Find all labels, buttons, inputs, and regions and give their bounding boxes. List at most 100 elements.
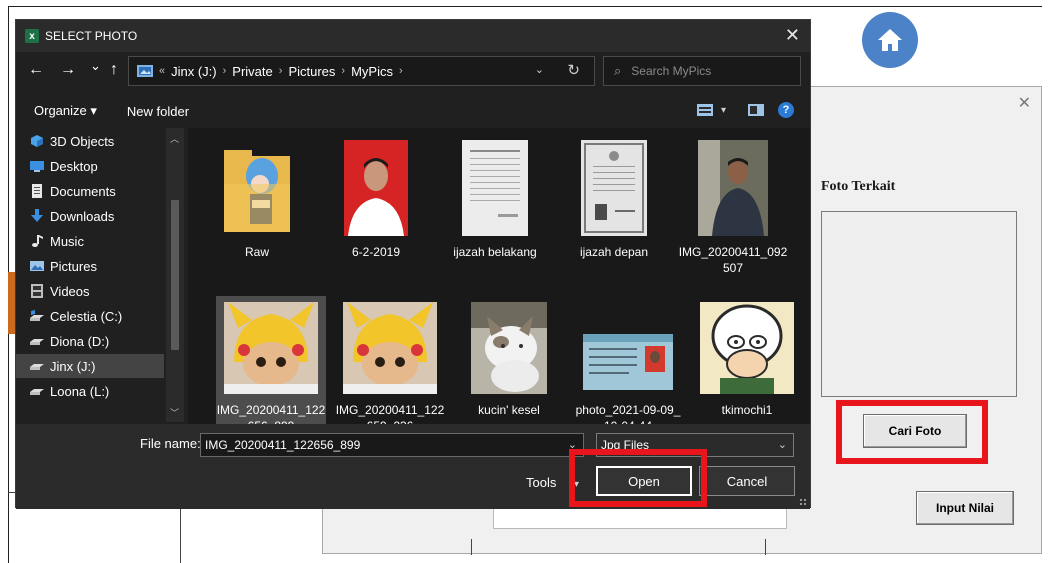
cube-icon <box>31 135 43 147</box>
help-icon[interactable]: ? <box>778 102 794 118</box>
address-dropdown-chevron-icon[interactable]: ⌄ <box>535 63 544 76</box>
file-tile-6-2-2019[interactable]: 6-2-2019 <box>321 140 431 260</box>
sidebar-item-label: Diona (D:) <box>50 333 110 349</box>
search-input[interactable]: ⌕ Search MyPics <box>603 56 801 86</box>
open-button[interactable]: Open <box>596 466 692 496</box>
navigation-scrollbar[interactable]: ︿ ﹀ <box>166 128 184 422</box>
command-bar: Organize ▾ New folder ▾ ? <box>16 94 810 128</box>
sidebar-item-label: Downloads <box>50 208 115 224</box>
pictures-icon <box>30 261 44 271</box>
sidebar-item-label: Celestia (C:) <box>50 308 123 324</box>
up-arrow-icon[interactable]: ↑ <box>110 61 118 79</box>
file-tile-kucin-kesel[interactable]: kucin' kesel <box>454 302 564 418</box>
address-row: ← → ⌄ ↑ « Jinx (J:) › Private › Pictures… <box>16 52 810 94</box>
file-name-history-chevron-icon[interactable]: ⌄ <box>568 438 577 451</box>
breadcrumb-segment-pictures[interactable]: Pictures <box>288 64 335 79</box>
file-name-label: Raw <box>244 245 269 259</box>
input-nilai-button[interactable]: Input Nilai <box>916 491 1014 525</box>
file-tile-raw[interactable]: Raw <box>202 140 312 260</box>
image-thumbnail <box>224 302 318 394</box>
image-thumbnail <box>698 140 768 236</box>
sidebar-item-label: Music <box>50 233 84 249</box>
breadcrumb-segment-drive[interactable]: Jinx (J:) <box>171 64 217 79</box>
file-tile-photo-2021[interactable]: photo_2021-09-09_10-04-44 <box>573 302 683 434</box>
image-thumbnail <box>471 302 547 394</box>
change-view-button[interactable]: ▾ <box>696 104 726 116</box>
photo-preview-box <box>821 211 1017 397</box>
back-arrow-icon[interactable]: ← <box>28 61 44 79</box>
navigation-scrollbar-thumb[interactable] <box>171 200 179 350</box>
file-type-chevron-icon[interactable]: ⌄ <box>778 438 787 451</box>
refresh-icon[interactable]: ↻ <box>567 61 580 79</box>
scroll-down-chevron-icon[interactable]: ﹀ <box>170 406 179 419</box>
file-name-label: 6-2-2019 <box>351 245 401 259</box>
cancel-button[interactable]: Cancel <box>699 466 795 496</box>
file-name-label: IMG_20200411_092507 <box>678 245 788 275</box>
sidebar-item-downloads[interactable]: Downloads <box>16 204 164 228</box>
image-thumbnail <box>700 302 794 394</box>
sheet-gridline <box>180 508 181 563</box>
file-name-label: kucin' kesel <box>478 403 540 417</box>
file-type-select[interactable]: Jpg Files ⌄ <box>596 433 794 457</box>
organize-menu-button[interactable]: Organize ▾ <box>34 103 97 119</box>
cari-foto-button[interactable]: Cari Foto <box>863 414 967 448</box>
preview-pane-icon[interactable] <box>748 104 764 116</box>
system-drive-icon <box>30 310 44 321</box>
sidebar-item-videos[interactable]: Videos <box>16 279 164 303</box>
breadcrumb-separator-icon[interactable]: › <box>399 65 403 77</box>
breadcrumb-separator-icon[interactable]: › <box>223 65 227 77</box>
file-tile-img-122659-236[interactable]: IMG_20200411_122659_236 <box>335 302 445 434</box>
file-type-select-value: Jpg Files <box>601 438 650 452</box>
tools-menu-caret-icon: ▾ <box>573 479 580 490</box>
file-name-input[interactable]: IMG_20200411_122656_899 ⌄ <box>200 433 584 457</box>
dialog-close-icon[interactable]: ✕ <box>785 25 800 46</box>
image-thumbnail <box>581 140 647 236</box>
breadcrumb-segment-private[interactable]: Private <box>232 64 272 79</box>
file-tile-ijazah-belakang[interactable]: ijazah belakang <box>440 140 550 260</box>
sidebar-item-pictures[interactable]: Pictures <box>16 254 164 278</box>
sidebar-item-diona-drive[interactable]: Diona (D:) <box>16 329 164 353</box>
sidebar-item-desktop[interactable]: Desktop <box>16 154 164 178</box>
file-tile-tkimochi1[interactable]: tkimochi1 <box>692 302 802 418</box>
breadcrumb-overflow-icon[interactable]: « <box>159 65 165 77</box>
sidebar-item-label: Documents <box>50 183 116 199</box>
sidebar-item-celestia-drive[interactable]: Celestia (C:) <box>16 304 164 328</box>
new-folder-button[interactable]: New folder <box>127 104 189 119</box>
sheet-gridline <box>8 6 1042 7</box>
desktop-icon <box>30 161 44 172</box>
resize-grip-icon[interactable] <box>799 498 807 506</box>
userform-close-icon[interactable]: ✕ <box>1018 93 1031 113</box>
recent-locations-chevron-icon[interactable]: ⌄ <box>90 58 101 74</box>
file-tile-img-122656-899[interactable]: IMG_20200411_122656_899 <box>216 296 326 438</box>
dialog-titlebar[interactable]: x SELECT PHOTO ✕ <box>16 20 810 52</box>
home-button[interactable] <box>862 12 918 68</box>
image-thumbnail <box>344 140 408 236</box>
dialog-title: SELECT PHOTO <box>45 29 138 43</box>
view-mode-icon <box>696 104 713 116</box>
tools-menu-button[interactable]: Tools ▾ <box>526 475 579 490</box>
navigation-pane: 3D Objects Desktop Documents Downloads M… <box>16 128 184 422</box>
breadcrumb-segment-mypics[interactable]: MyPics <box>351 64 393 79</box>
file-name-field-label: File name: <box>140 436 201 451</box>
select-photo-dialog: x SELECT PHOTO ✕ ← → ⌄ ↑ « Jinx (J:) › P… <box>15 19 811 509</box>
sidebar-item-jinx-drive[interactable]: Jinx (J:) <box>16 354 164 378</box>
sidebar-item-label: Jinx (J:) <box>50 358 96 374</box>
breadcrumb-separator-icon[interactable]: › <box>279 65 283 77</box>
file-name-label: tkimochi1 <box>721 403 773 417</box>
breadcrumb-separator-icon[interactable]: › <box>341 65 345 77</box>
file-tile-img-092507[interactable]: IMG_20200411_092507 <box>678 140 788 276</box>
sidebar-item-documents[interactable]: Documents <box>16 179 164 203</box>
drive-icon <box>30 339 44 345</box>
pictures-folder-icon <box>137 65 153 77</box>
file-grid: Raw 6-2-2019 ijazah belakang ijazah depa… <box>188 128 810 438</box>
address-bar[interactable]: « Jinx (J:) › Private › Pictures › MyPic… <box>128 56 595 86</box>
forward-arrow-icon[interactable]: → <box>60 61 76 79</box>
sidebar-item-music[interactable]: Music <box>16 229 164 253</box>
sidebar-item-3d-objects[interactable]: 3D Objects <box>16 129 164 153</box>
sidebar-item-loona-drive[interactable]: Loona (L:) <box>16 379 164 403</box>
scroll-up-chevron-icon[interactable]: ︿ <box>170 132 179 145</box>
foto-terkait-label: Foto Terkait <box>821 179 896 194</box>
userform-divider <box>765 539 766 555</box>
file-tile-ijazah-depan[interactable]: ijazah depan <box>559 140 669 260</box>
file-name-label: ijazah belakang <box>453 245 537 259</box>
